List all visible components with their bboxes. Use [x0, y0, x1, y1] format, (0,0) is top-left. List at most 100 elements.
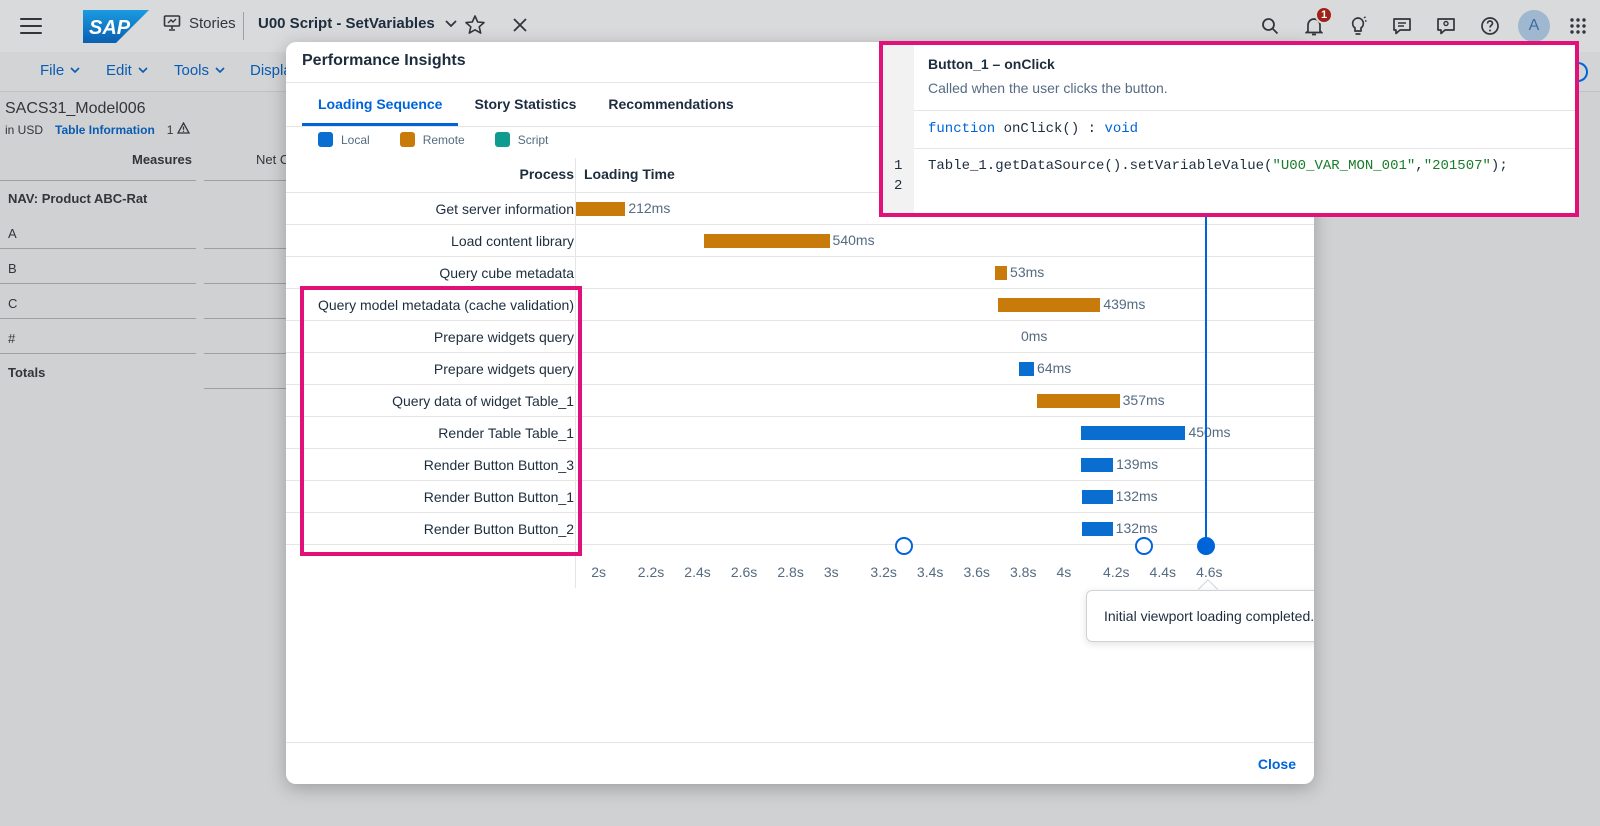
legend-script[interactable]: Script — [494, 132, 549, 147]
gantt-row[interactable]: Query data of widget Table_1 357ms — [286, 384, 1314, 416]
feedback-icon[interactable] — [1380, 8, 1424, 44]
gantt-row[interactable]: Render Button Button_2 132ms — [286, 512, 1314, 544]
notification-badge: 1 — [1315, 6, 1333, 24]
legend-label: Script — [517, 132, 549, 147]
collaboration-icon[interactable] — [1424, 8, 1468, 44]
axis-tick-label: 3.4s — [916, 564, 944, 580]
code-line[interactable]: Table_1.getDataSource().setVariableValue… — [928, 158, 1508, 174]
legend-local[interactable]: Local — [318, 132, 370, 147]
divider — [0, 248, 196, 249]
process-label: Query model metadata (cache validation) — [317, 297, 574, 313]
divider — [204, 283, 294, 284]
stories-button[interactable]: Stories — [163, 14, 236, 32]
gantt-bar[interactable] — [1080, 458, 1114, 472]
process-label: Prepare widgets query — [433, 361, 574, 377]
gantt-bar[interactable] — [1019, 362, 1035, 376]
axis-tick-label: 3.2s — [870, 564, 897, 580]
product-switch-icon[interactable] — [1556, 8, 1600, 44]
chevron-down-icon — [70, 67, 80, 74]
gantt-bar[interactable] — [1036, 394, 1120, 408]
script-title: Button_1 – onClick — [928, 56, 1055, 72]
process-label: Load content library — [451, 233, 574, 249]
duration-label: 139ms — [1116, 456, 1159, 472]
axis-tick-label: 2.2s — [637, 564, 665, 580]
duration-label: 0ms — [1020, 328, 1048, 344]
menu-icon[interactable] — [20, 16, 42, 36]
legend-remote[interactable]: Remote — [399, 132, 465, 147]
model-name: SACS31_Model006 — [5, 100, 146, 117]
divider — [204, 180, 294, 181]
notifications-bell-icon[interactable]: 1 — [1292, 6, 1336, 44]
timeline-marker[interactable] — [1134, 537, 1153, 555]
gantt-row[interactable]: Render Button Button_1 132ms — [286, 480, 1314, 512]
gantt-bar[interactable] — [703, 234, 830, 248]
legend-label: Local — [341, 132, 370, 147]
divider — [0, 283, 196, 284]
gantt-row[interactable]: Load content library 540ms — [286, 224, 1314, 256]
duration-label: 540ms — [832, 232, 875, 248]
gantt-bar[interactable] — [1081, 522, 1113, 536]
tab-loading-sequence[interactable]: Loading Sequence — [302, 82, 459, 126]
gantt-row[interactable]: Render Button Button_3 139ms — [286, 448, 1314, 480]
gantt-bar[interactable] — [1080, 426, 1186, 440]
duration-label: 53ms — [1010, 264, 1045, 280]
code-token: ); — [1490, 158, 1508, 174]
close-story-icon[interactable] — [510, 15, 530, 35]
gantt-bar[interactable] — [1081, 490, 1113, 504]
process-label: Render Table Table_1 — [438, 425, 574, 441]
menu-edit[interactable]: Edit — [106, 62, 148, 79]
duration-label: 212ms — [628, 200, 671, 216]
svg-text:SAP: SAP — [89, 17, 131, 39]
divider — [243, 12, 244, 40]
gantt-bar[interactable] — [576, 202, 626, 216]
axis-tick-label: 3.8s — [1009, 564, 1037, 580]
warning-indicator[interactable]: 1 — [167, 121, 190, 137]
divider — [0, 180, 196, 181]
line-number: 1 — [894, 158, 903, 174]
axis-tick-label: 3.6s — [963, 564, 990, 580]
divider — [286, 742, 1314, 743]
tab-recommendations[interactable]: Recommendations — [592, 82, 749, 126]
search-icon[interactable] — [1248, 8, 1292, 44]
process-label: Render Button Button_2 — [423, 521, 574, 537]
gantt-row[interactable]: Prepare widgets query 64ms — [286, 352, 1314, 384]
chevron-down-icon — [445, 19, 457, 27]
axis-tick-label: 4s — [1056, 564, 1072, 580]
star-icon[interactable] — [464, 14, 486, 36]
gantt-row[interactable]: Query cube metadata 53ms — [286, 256, 1314, 288]
function-signature: function onClick() : void — [928, 121, 1138, 137]
tab-story-statistics[interactable]: Story Statistics — [458, 82, 592, 126]
gantt-bar[interactable] — [998, 298, 1101, 312]
code-string: "U00_VAR_MON_001" — [1272, 158, 1416, 174]
sap-logo[interactable]: SAP — [83, 10, 149, 43]
gantt-row[interactable]: Prepare widgets query 0ms — [286, 320, 1314, 352]
lightbulb-icon[interactable] — [1336, 8, 1380, 44]
gantt-row[interactable]: Query model metadata (cache validation) 4… — [286, 288, 1314, 320]
return-type: void — [1104, 121, 1139, 137]
story-title-dropdown[interactable]: U00 Script - SetVariables — [258, 15, 457, 32]
gantt-bar[interactable] — [994, 266, 1008, 280]
close-button[interactable]: Close — [1258, 756, 1296, 772]
story-title: U00 Script - SetVariables — [258, 15, 435, 32]
process-label: Prepare widgets query — [433, 329, 574, 345]
table-row: # — [8, 331, 16, 346]
user-avatar[interactable]: A — [1512, 8, 1556, 44]
table-row: NAV: Product ABC-Rat — [8, 191, 148, 206]
help-icon[interactable] — [1468, 8, 1512, 44]
table-row: A — [8, 226, 17, 241]
net-header: Net C — [256, 152, 290, 167]
gantt-row[interactable]: Render Table Table_1 450ms — [286, 416, 1314, 448]
timeline-marker[interactable] — [1197, 537, 1216, 555]
table-information-link[interactable]: Table Information — [55, 123, 155, 137]
table-row: C — [8, 296, 18, 311]
warning-icon — [176, 121, 190, 134]
tab-bar: Loading Sequence Story Statistics Recomm… — [302, 82, 750, 126]
divider — [204, 353, 294, 354]
menu-tools[interactable]: Tools — [174, 62, 225, 79]
timeline-marker[interactable] — [895, 537, 913, 555]
line-number: 2 — [894, 178, 903, 194]
axis-tick-label: 4.6s — [1196, 564, 1223, 580]
axis-tick-label: 2.4s — [684, 564, 711, 580]
menu-file[interactable]: File — [40, 62, 80, 79]
table-info-bar: in USD Table Information 1 — [5, 121, 190, 137]
